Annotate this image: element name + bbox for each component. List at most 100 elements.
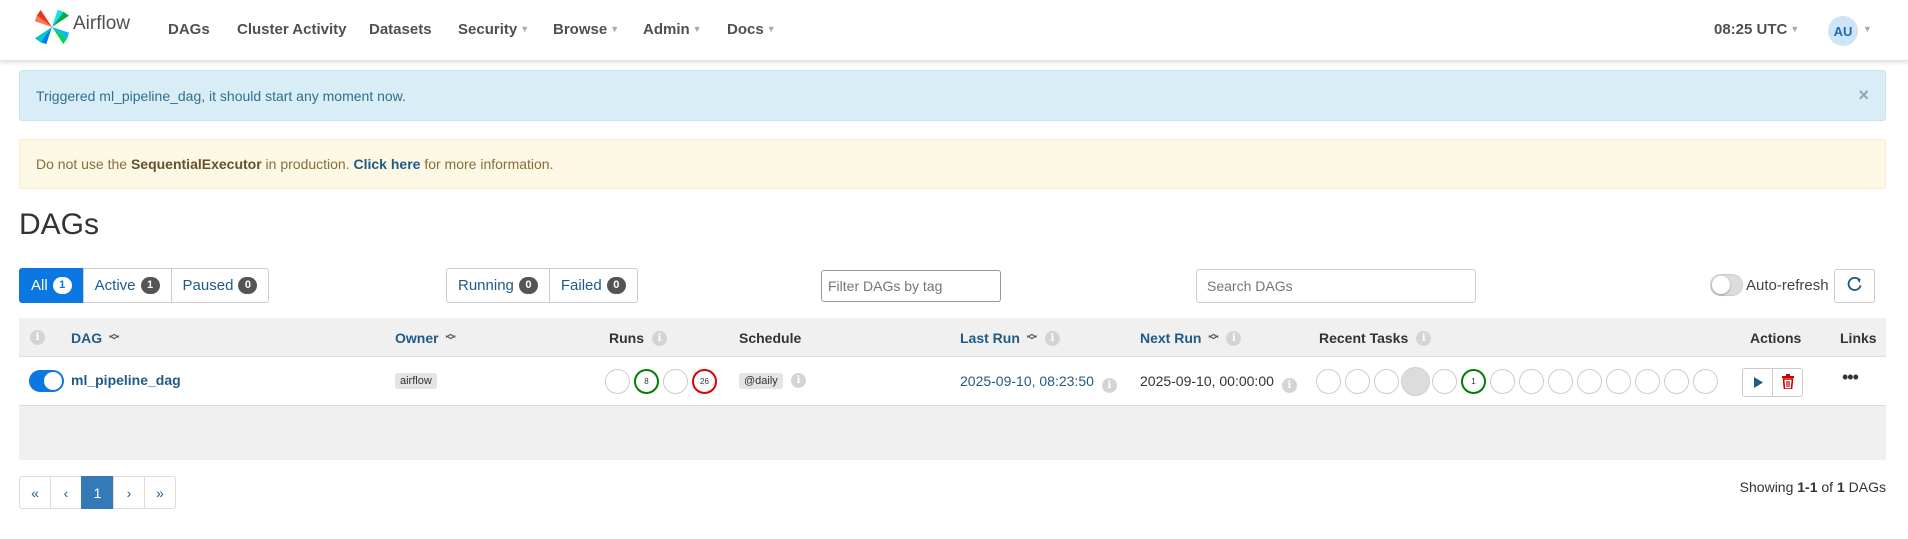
task-state-circle-queued[interactable] — [1401, 367, 1430, 396]
header-owner[interactable]: Owner ︿ ﹀ — [395, 330, 456, 347]
header-owner-label: Owner — [395, 330, 439, 346]
warning-prefix: Do not use the — [36, 156, 131, 172]
trigger-dag-button[interactable] — [1742, 368, 1773, 397]
sort-icon: ︿ ﹀ — [1208, 329, 1219, 347]
more-links-icon[interactable]: ••• — [1842, 367, 1859, 388]
header-next-run-label: Next Run — [1140, 330, 1202, 346]
header-dag[interactable]: DAG ︿ ﹀ — [71, 330, 119, 347]
page-next-button[interactable]: › — [113, 476, 145, 509]
tag-filter-input[interactable] — [821, 270, 1001, 302]
task-state-circle-none[interactable] — [1693, 369, 1718, 394]
run-state-circle-failed[interactable]: 26 — [692, 369, 717, 394]
info-icon[interactable]: i — [1281, 378, 1297, 393]
schedule-tag[interactable]: @daily — [739, 373, 783, 389]
info-icon[interactable]: i — [652, 330, 667, 346]
run-state-circle-running[interactable] — [663, 369, 688, 394]
run-state-circle-queued[interactable] — [605, 369, 630, 394]
nav-cluster-activity[interactable]: Cluster Activity — [237, 21, 346, 38]
status-filter-group: All 1 Active 1 Paused 0 — [19, 268, 270, 303]
info-icon[interactable]: i — [1416, 330, 1432, 346]
info-icon[interactable]: i — [1226, 330, 1242, 346]
table-empty-row — [19, 406, 1886, 460]
task-state-circle-none[interactable] — [1664, 369, 1689, 394]
warning-mid: in production. — [261, 156, 354, 172]
refresh-button[interactable] — [1834, 269, 1875, 303]
trigger-alert-text: Triggered ml_pipeline_dag, it should sta… — [36, 87, 406, 104]
info-icon[interactable]: i — [791, 373, 806, 388]
header-next-run[interactable]: Next Run ︿ ﹀ i — [1140, 329, 1242, 347]
showing-total: 1 — [1836, 479, 1845, 495]
task-state-circle-none[interactable] — [1490, 369, 1515, 394]
nav-datasets[interactable]: Datasets — [369, 21, 432, 38]
filter-active-label: Active — [94, 277, 136, 294]
info-icon[interactable]: i — [30, 330, 45, 345]
auto-refresh-label: Auto-refresh — [1746, 277, 1829, 294]
nav-browse[interactable]: Browse ▼ — [553, 21, 619, 38]
brand[interactable]: Airflow — [33, 8, 130, 49]
runstate-filter-group: Running 0 Failed 0 — [446, 268, 638, 303]
nav-docs-label: Docs — [727, 21, 764, 38]
filter-running-button[interactable]: Running 0 — [446, 268, 550, 303]
nav-admin[interactable]: Admin ▼ — [643, 21, 702, 38]
caret-down-icon: ▼ — [1790, 24, 1800, 34]
owner-tag[interactable]: airflow — [395, 373, 437, 389]
filter-running-count: 0 — [518, 277, 538, 294]
warning-executor: SequentialExecutor — [130, 156, 262, 172]
pagination: « ‹ 1 › » — [19, 476, 176, 509]
header-runs: Runs i — [609, 330, 667, 346]
filter-active-button[interactable]: Active 1 — [82, 268, 172, 303]
task-state-circle-none[interactable] — [1432, 369, 1457, 394]
close-icon[interactable]: × — [1858, 85, 1869, 106]
timezone-menu[interactable]: 08:25 UTC ▼ — [1714, 21, 1799, 38]
nav-datasets-label: Datasets — [369, 21, 432, 38]
task-state-circle-none[interactable] — [1374, 369, 1399, 394]
header-last-run-label: Last Run — [960, 330, 1020, 346]
user-avatar[interactable]: AU — [1828, 16, 1858, 46]
task-state-circle-none[interactable] — [1316, 369, 1341, 394]
task-state-circle-none[interactable] — [1577, 369, 1602, 394]
warning-link[interactable]: Click here — [354, 156, 421, 172]
nav-security[interactable]: Security ▼ — [458, 21, 529, 38]
task-state-circle-none[interactable] — [1635, 369, 1660, 394]
dag-id-link[interactable]: ml_pipeline_dag — [71, 372, 181, 388]
filter-paused-button[interactable]: Paused 0 — [170, 268, 270, 303]
caret-down-icon[interactable]: ▼ — [1863, 24, 1872, 34]
next-run-value: 2025-09-10, 00:00:00 — [1140, 373, 1274, 389]
page-first-button[interactable]: « — [19, 476, 51, 509]
header-recent-tasks-label: Recent Tasks — [1319, 330, 1409, 346]
caret-down-icon: ▼ — [766, 24, 776, 34]
info-icon[interactable]: i — [1044, 330, 1060, 346]
sort-icon: ︿ ﹀ — [1026, 329, 1037, 347]
warning-suffix: for more information. — [420, 156, 554, 172]
task-state-circle-success[interactable]: 1 — [1461, 369, 1486, 394]
last-run-link[interactable]: 2025-09-10, 08:23:50 i — [960, 373, 1117, 393]
filter-all-button[interactable]: All 1 — [19, 268, 84, 303]
nav-dags[interactable]: DAGs — [168, 21, 210, 38]
auto-refresh-toggle[interactable] — [1710, 274, 1743, 296]
info-icon[interactable]: i — [1101, 378, 1117, 393]
refresh-icon — [1847, 276, 1862, 295]
dag-pause-toggle[interactable] — [29, 370, 64, 392]
page-current-button[interactable]: 1 — [81, 476, 114, 509]
filter-failed-button[interactable]: Failed 0 — [548, 268, 638, 303]
page-last-button[interactable]: » — [144, 476, 176, 509]
play-icon — [1753, 375, 1763, 391]
task-state-circle-none[interactable] — [1345, 369, 1370, 394]
search-dags-input[interactable] — [1196, 269, 1476, 303]
task-state-circle-none[interactable] — [1519, 369, 1544, 394]
page-prev-button[interactable]: ‹ — [50, 476, 82, 509]
nav-docs[interactable]: Docs ▼ — [727, 21, 776, 38]
run-state-circle-success[interactable]: 8 — [634, 369, 659, 394]
last-run-value: 2025-09-10, 08:23:50 — [960, 373, 1094, 389]
caret-down-icon: ▼ — [692, 24, 702, 34]
header-links: Links — [1840, 330, 1877, 346]
showing-suffix: DAGs — [1844, 479, 1886, 495]
header-schedule-label: Schedule — [739, 330, 802, 346]
header-last-run[interactable]: Last Run ︿ ﹀ i — [960, 329, 1060, 347]
header-actions-label: Actions — [1750, 330, 1802, 346]
task-state-circle-none[interactable] — [1606, 369, 1631, 394]
filter-paused-count: 0 — [238, 277, 258, 294]
table-header: i DAG ︿ ﹀ Owner ︿ ﹀ Runs i Schedule Last Run ︿… — [19, 318, 1886, 357]
delete-dag-button[interactable] — [1772, 368, 1803, 397]
task-state-circle-none[interactable] — [1548, 369, 1573, 394]
